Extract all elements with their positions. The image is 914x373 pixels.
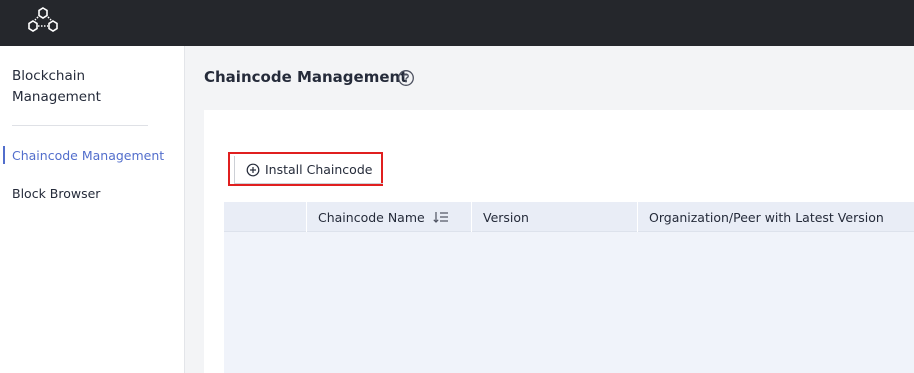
install-chaincode-button-inner[interactable]: Install Chaincode	[234, 156, 383, 184]
column-header-select	[224, 202, 306, 232]
active-indicator	[3, 146, 5, 164]
sidebar-item-chaincode-management[interactable]: Chaincode Management	[12, 148, 164, 163]
sidebar: Blockchain Management Chaincode Manageme…	[0, 46, 185, 373]
install-chaincode-button[interactable]: Install Chaincode	[228, 152, 383, 186]
chaincode-table: Chaincode Name Version Organization/Peer…	[224, 202, 914, 373]
column-header-version: Version	[471, 202, 637, 232]
column-header-chaincode-name-label: Chaincode Name	[318, 209, 425, 225]
sidebar-item-block-browser[interactable]: Block Browser	[12, 186, 100, 201]
plus-circle-icon	[246, 163, 260, 176]
table-header: Chaincode Name Version Organization/Peer…	[224, 202, 914, 232]
column-header-chaincode-name[interactable]: Chaincode Name	[306, 202, 471, 232]
install-chaincode-label: Install Chaincode	[265, 162, 373, 177]
column-header-organization-peer: Organization/Peer with Latest Version	[637, 202, 914, 232]
sidebar-title: Blockchain Management	[12, 68, 101, 105]
sort-descending-icon[interactable]	[433, 210, 449, 224]
top-navigation-bar	[0, 0, 914, 46]
hexagon-network-logo-icon[interactable]	[26, 6, 60, 36]
question-circle-icon[interactable]	[397, 69, 415, 87]
page-title: Chaincode Management	[204, 68, 408, 86]
sidebar-divider	[12, 125, 148, 126]
